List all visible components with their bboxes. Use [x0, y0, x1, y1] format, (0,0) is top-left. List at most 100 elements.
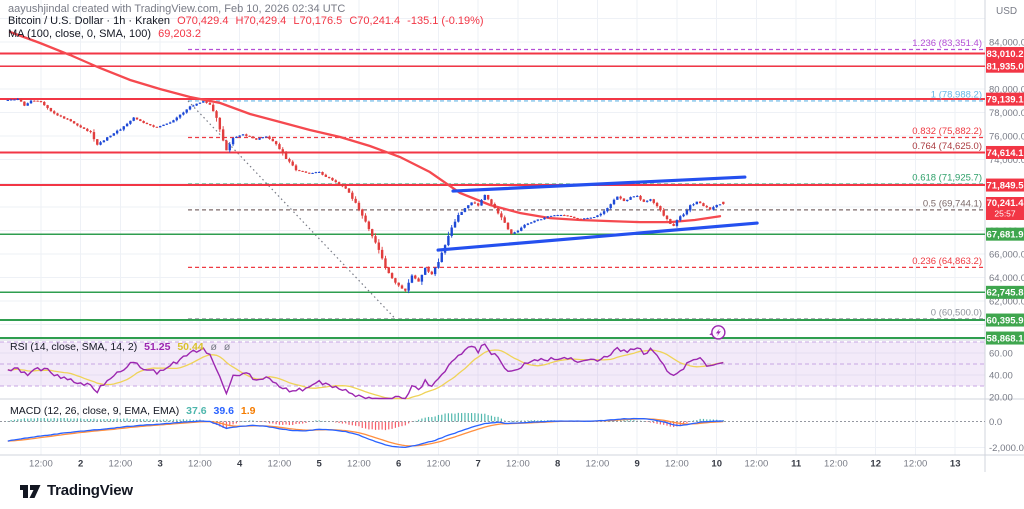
ma-legend[interactable]: MA (100, close, 0, SMA, 100) 69,203.2	[8, 28, 205, 40]
candle-body	[146, 123, 148, 124]
candle-body	[431, 272, 433, 274]
macd-histogram-bar	[454, 414, 455, 422]
rsi-lower-band-value: ø	[224, 341, 230, 353]
candle-body	[722, 202, 724, 204]
macd-histogram-bar	[431, 417, 432, 421]
chart-canvas[interactable]: 84,000.080,000.078,000.076,000.074,000.0…	[0, 0, 1024, 472]
candle-body	[209, 103, 211, 105]
candle-body	[298, 170, 300, 171]
candle-body	[50, 108, 52, 111]
candle-body	[530, 222, 532, 223]
candle-body	[523, 225, 525, 228]
candle-body	[305, 172, 307, 173]
candle-body	[123, 126, 125, 129]
candle-body	[239, 135, 241, 136]
macd-histogram-bar	[67, 418, 68, 421]
support-price-label: 67,681.9	[987, 229, 1024, 240]
time-axis-hour-label: 12:00	[427, 459, 451, 470]
candle-body	[73, 121, 75, 123]
candle-body	[547, 216, 549, 217]
candle-body	[417, 278, 419, 281]
candle-body	[527, 224, 529, 225]
time-axis-day-label: 8	[555, 459, 560, 470]
time-axis-day-label: 10	[711, 459, 722, 470]
candle-body	[371, 229, 373, 236]
macd-histogram-bar	[11, 420, 12, 421]
macd-histogram-bar	[444, 413, 445, 421]
candle-body	[712, 207, 714, 209]
macd-histogram-bar	[474, 413, 475, 421]
candle-body	[464, 208, 466, 212]
candle-body	[533, 221, 535, 223]
candle-body	[404, 289, 406, 291]
macd-histogram-bar	[488, 415, 489, 421]
candle-body	[414, 276, 416, 279]
macd-histogram-bar	[259, 422, 260, 423]
candle-body	[80, 125, 82, 127]
candle-body	[53, 111, 55, 113]
candle-body	[378, 243, 380, 250]
candle-body	[477, 203, 479, 205]
candle-body	[633, 196, 635, 197]
symbol-legend[interactable]: Bitcoin / U.S. Dollar · 1h · Kraken O70,…	[8, 15, 488, 27]
candle-body	[321, 172, 323, 175]
resistance-price-label: 83,010.2	[987, 49, 1024, 60]
fib-level-label: 1.236 (83,351.4)	[912, 38, 982, 49]
macd-histogram-bar	[385, 422, 386, 431]
macd-histogram-bar	[358, 422, 359, 427]
rsi-legend[interactable]: RSI (14, close, SMA, 14, 2) 51.25 50.44 …	[10, 341, 234, 353]
macd-histogram-bar	[242, 421, 243, 422]
macd-legend[interactable]: MACD (12, 26, close, 9, EMA, EMA) 37.6 3…	[10, 405, 259, 417]
tradingview-logo[interactable]: TradingView	[20, 482, 133, 500]
candle-body	[497, 208, 499, 213]
candle-body	[407, 283, 409, 291]
candle-body	[268, 136, 270, 138]
candle-body	[43, 102, 45, 105]
candle-body	[63, 116, 65, 118]
candle-body	[255, 138, 257, 139]
candle-body	[626, 200, 628, 201]
macd-histogram-bar	[372, 422, 373, 430]
price-axis-tick: 84,000.0	[989, 37, 1024, 48]
macd-histogram-bar	[471, 413, 472, 421]
candle-body	[205, 101, 207, 103]
candle-body	[139, 119, 141, 121]
time-axis-hour-label: 12:00	[268, 459, 292, 470]
macd-value: 39.6	[214, 405, 234, 417]
fib-level-label: 0.832 (75,882.2)	[912, 126, 982, 137]
fib-level-label: 1 (78,988.2)	[931, 89, 982, 100]
candle-body	[56, 113, 58, 115]
candle-body	[603, 211, 605, 214]
candle-body	[133, 118, 135, 121]
candle-body	[368, 222, 370, 230]
candle-body	[553, 215, 555, 216]
candle-body	[610, 204, 612, 208]
candle-body	[487, 195, 489, 199]
macd-histogram-bar	[448, 413, 449, 421]
candle-body	[467, 205, 469, 208]
macd-histogram-bar	[497, 417, 498, 422]
candle-body	[109, 136, 111, 138]
macd-histogram-bar	[435, 416, 436, 421]
time-axis-hour-label: 12:00	[745, 459, 769, 470]
candle-body	[484, 195, 486, 200]
candle-body	[46, 105, 48, 108]
candle-body	[331, 178, 333, 180]
resistance-price-label: 79,139.1	[987, 94, 1024, 105]
candle-body	[136, 118, 138, 120]
macd-histogram-bar	[166, 419, 167, 421]
candle-body	[351, 193, 353, 199]
time-axis-hour-label: 12:00	[29, 459, 53, 470]
macd-histogram-bar	[458, 413, 459, 422]
ohlc-high: H70,429.4	[236, 15, 287, 27]
candle-body	[30, 101, 32, 104]
candle-body	[245, 134, 247, 136]
candle-body	[285, 153, 287, 159]
candle-body	[13, 99, 15, 100]
macd-histogram-bar	[534, 420, 535, 421]
candle-body	[20, 99, 22, 102]
rsi-axis-tick: 60.00	[989, 349, 1013, 360]
candle-body	[60, 115, 62, 116]
macd-histogram-bar	[388, 422, 389, 430]
candle-body	[474, 202, 476, 203]
